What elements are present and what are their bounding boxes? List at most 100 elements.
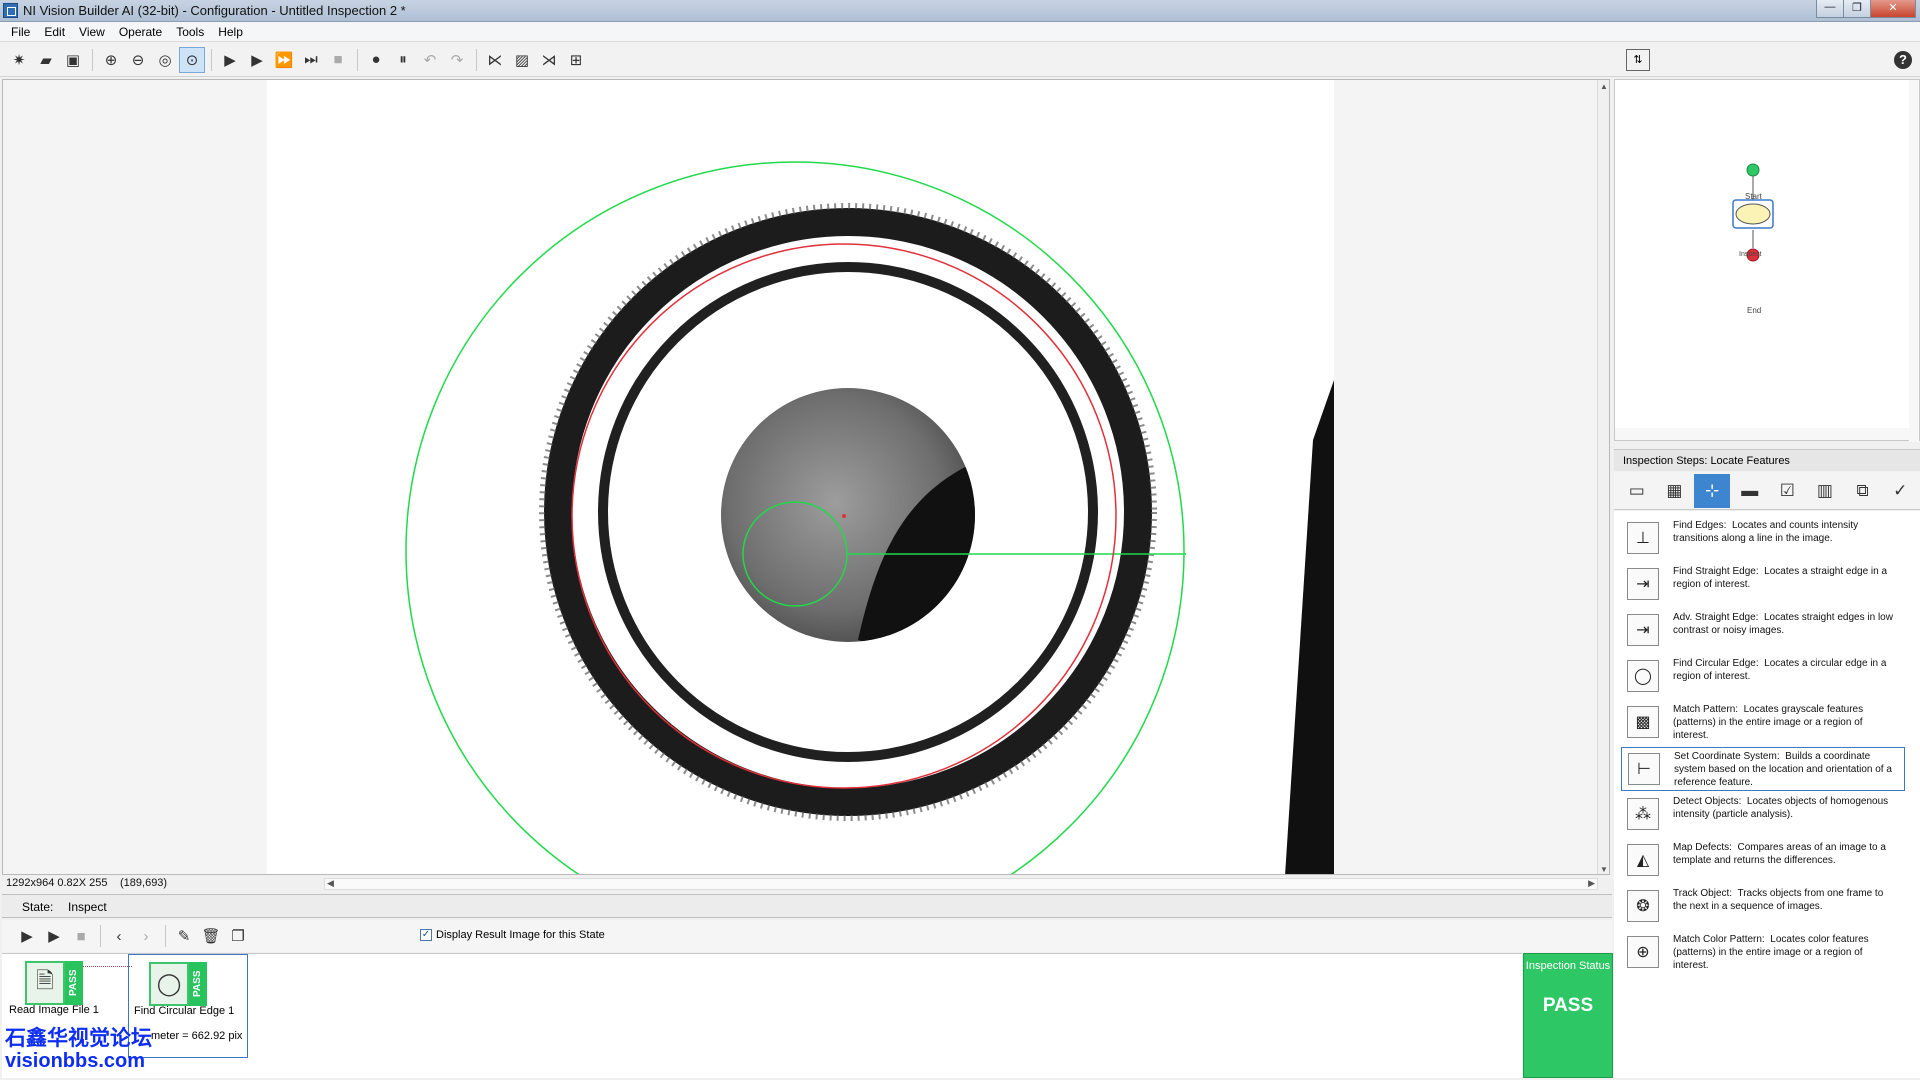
circular-edge-icon: ◯: [1627, 660, 1659, 692]
step-name: Read Image File 1: [9, 1004, 99, 1016]
pause-icon[interactable]: ⏸: [390, 47, 416, 73]
undo-icon[interactable]: ↶: [417, 47, 443, 73]
inspection-status: Inspection Status PASS: [1523, 953, 1613, 1078]
image-export-icon[interactable]: ⊞: [563, 47, 589, 73]
step-item-text: Find Straight Edge: Locates a straight e…: [1673, 565, 1899, 591]
image-next-icon[interactable]: ⋊: [536, 47, 562, 73]
help-icon[interactable]: ?: [1894, 51, 1912, 69]
zoom-fit-icon[interactable]: ⊙: [179, 46, 205, 73]
close-button[interactable]: ✕: [1870, 0, 1916, 18]
acquire-images-icon[interactable]: ▭: [1619, 474, 1655, 508]
run-icon[interactable]: ▶: [41, 923, 67, 949]
image-vertical-scrollbar[interactable]: ▲ ▼: [1597, 80, 1609, 874]
redo-icon[interactable]: ↷: [444, 47, 470, 73]
check-presence-icon[interactable]: ☑: [1770, 474, 1806, 508]
step-category-palette: ▭ ▦ ⊹ ▬ ☑ ▥ ⧉ ✓: [1614, 472, 1920, 510]
right-toolbar: ⇅ ?: [1614, 43, 1920, 77]
move-left-icon[interactable]: ‹: [106, 923, 132, 949]
step-item-map-defects[interactable]: ◭ Map Defects: Compares areas of an imag…: [1621, 839, 1905, 883]
locate-features-icon[interactable]: ⊹: [1694, 473, 1730, 508]
flowchart-vertical-scrollbar[interactable]: [1909, 80, 1919, 442]
move-right-icon[interactable]: ›: [133, 923, 159, 949]
measure-features-icon[interactable]: ▬: [1732, 474, 1768, 508]
image-icon[interactable]: ▨: [509, 47, 535, 73]
breakpoint-icon[interactable]: ●: [363, 47, 389, 73]
step-item-find-edges[interactable]: ⊥ Find Edges: Locates and counts intensi…: [1621, 517, 1905, 561]
image-display[interactable]: ▲ ▼: [2, 79, 1610, 875]
maximize-button[interactable]: ❐: [1843, 0, 1871, 18]
flowchart-toggle-icon[interactable]: ⇅: [1626, 49, 1650, 71]
step-item-find-circular-edge[interactable]: ◯ Find Circular Edge: Locates a circular…: [1621, 655, 1905, 699]
scroll-down-icon[interactable]: ▼: [1600, 865, 1608, 874]
toolbar-divider: [357, 48, 358, 71]
stop-icon[interactable]: ■: [68, 923, 94, 949]
image-horizontal-scrollbar[interactable]: ◀ ▶: [324, 878, 1598, 890]
state-bar: State: Inspect: [2, 894, 1612, 918]
step-item-name: Detect Objects:: [1673, 796, 1742, 807]
flow-end-label: End: [1747, 306, 1762, 315]
identify-parts-icon[interactable]: ▥: [1807, 474, 1843, 508]
inspection-status-title: Inspection Status: [1525, 960, 1611, 972]
scroll-left-icon[interactable]: ◀: [327, 878, 334, 889]
use-additional-tools-icon[interactable]: ⧉: [1845, 474, 1881, 508]
communicate-icon[interactable]: ✓: [1882, 474, 1918, 508]
display-result-checkbox[interactable]: ✓ Display Result Image for this State: [420, 929, 605, 941]
step-name: Find Circular Edge 1: [134, 1005, 235, 1017]
stop-icon[interactable]: ■: [325, 47, 351, 73]
checkbox-icon[interactable]: ✓: [420, 929, 432, 941]
step-item-text: Match Pattern: Locates grayscale feature…: [1673, 703, 1899, 742]
menu-edit[interactable]: Edit: [37, 25, 72, 39]
zoom-1to1-icon[interactable]: ◎: [152, 47, 178, 73]
step-item-detect-objects[interactable]: ⁂ Detect Objects: Locates objects of hom…: [1621, 793, 1905, 837]
image-previous-icon[interactable]: ⋉: [482, 47, 508, 73]
step-item-name: Match Color Pattern:: [1673, 934, 1765, 945]
inspect-node-icon[interactable]: [1735, 203, 1771, 225]
menu-operate[interactable]: Operate: [112, 25, 169, 39]
open-folder-icon[interactable]: ▰: [33, 47, 59, 73]
delete-step-icon[interactable]: 🗑: [198, 923, 224, 949]
start-node-icon[interactable]: [1746, 163, 1760, 177]
step-item-track-object[interactable]: ❂ Track Object: Tracks objects from one …: [1621, 885, 1905, 929]
step-icon-group: 🗎 PASS: [25, 961, 85, 1005]
copy-step-icon[interactable]: ❐: [225, 923, 251, 949]
step-item-text: Match Color Pattern: Locates color featu…: [1673, 933, 1899, 972]
scroll-up-icon[interactable]: ▲: [1600, 82, 1608, 91]
menu-view[interactable]: View: [72, 25, 112, 39]
scroll-right-icon[interactable]: ▶: [1588, 878, 1595, 889]
watermark-text: 石鑫华视觉论坛: [5, 1026, 152, 1050]
step-toolbar: ▶︎ ▶ ■ ‹ › ✎ 🗑 ❐ ✓ Display Result Image …: [2, 920, 1612, 952]
step-item-adv-straight-edge[interactable]: ⇥ Adv. Straight Edge: Locates straight e…: [1621, 609, 1905, 653]
menu-help[interactable]: Help: [211, 25, 250, 39]
toolbar-divider: [100, 925, 101, 947]
new-icon[interactable]: ✷: [6, 47, 32, 73]
step-item-set-coordinate-system[interactable]: ⊢ Set Coordinate System: Builds a coordi…: [1621, 747, 1905, 791]
zoom-out-icon[interactable]: ⊖: [125, 47, 151, 73]
state-flowchart[interactable]: Start Inspect End: [1614, 79, 1920, 442]
run-continuous-icon[interactable]: ⏩: [271, 47, 297, 73]
step-item-match-pattern[interactable]: ▩ Match Pattern: Locates grayscale featu…: [1621, 701, 1905, 745]
edit-step-icon[interactable]: ✎: [171, 923, 197, 949]
run-icon[interactable]: ▶: [244, 47, 270, 73]
step-item-find-straight-edge[interactable]: ⇥ Find Straight Edge: Locates a straight…: [1621, 563, 1905, 607]
minimize-button[interactable]: —: [1816, 0, 1844, 18]
step-item-text: Detect Objects: Locates objects of homog…: [1673, 795, 1899, 821]
step-item-match-color-pattern[interactable]: ⊕ Match Color Pattern: Locates color fea…: [1621, 931, 1905, 975]
save-icon[interactable]: ▣: [60, 47, 86, 73]
app-icon: [3, 3, 18, 18]
menu-file[interactable]: File: [4, 25, 37, 39]
menu-tools[interactable]: Tools: [169, 25, 211, 39]
image-padding-right: [1334, 80, 1599, 874]
run-skip-icon[interactable]: ⏭: [298, 47, 324, 73]
step-run-icon[interactable]: ▶︎: [217, 47, 243, 73]
step-item-text: Adv. Straight Edge: Locates straight edg…: [1673, 611, 1899, 637]
zoom-in-icon[interactable]: ⊕: [98, 47, 124, 73]
flowchart-horizontal-scrollbar[interactable]: [1615, 428, 1911, 440]
watermark-url: visionbbs.com: [5, 1050, 146, 1072]
window-controls: — ❐ ✕: [1816, 0, 1916, 18]
step-status-badge: PASS: [65, 961, 83, 1005]
step-item-text: Track Object: Tracks objects from one fr…: [1673, 887, 1899, 913]
step-run-icon[interactable]: ▶︎: [14, 923, 40, 949]
enhance-images-icon[interactable]: ▦: [1657, 474, 1693, 508]
map-defects-icon: ◭: [1627, 844, 1659, 876]
image-info-bar: 1292x964 0.82X 255 (189,693) ◀ ▶: [2, 876, 1610, 892]
